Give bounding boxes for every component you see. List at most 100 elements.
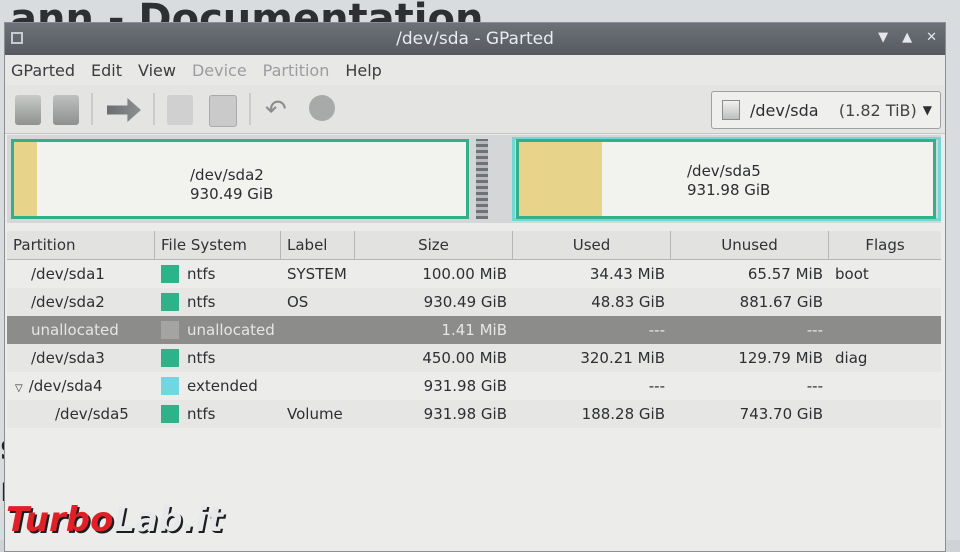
- cell-label: OS: [287, 293, 309, 311]
- toolbar-separator: [91, 93, 93, 125]
- close-icon[interactable]: ✕: [926, 30, 937, 45]
- cell-unused: 743.70 GiB: [739, 405, 823, 423]
- cell-unused: 881.67 GiB: [739, 293, 823, 311]
- partition-block-sda2[interactable]: /dev/sda2 930.49 GiB: [11, 139, 469, 219]
- used-space-bar: [519, 142, 602, 216]
- filesystem-name: unallocated: [187, 320, 275, 339]
- table-header: Partition File System Label Size Used Un…: [7, 231, 941, 260]
- table-row[interactable]: /dev/sda1 ntfs SYSTEM 100.00 MiB 34.43 MiB 65…: [7, 260, 941, 288]
- cell-used: 48.83 GiB: [591, 293, 665, 311]
- device-size: (1.82 TiB): [838, 100, 917, 120]
- cell-used: 188.28 GiB: [581, 405, 665, 423]
- unallocated-block[interactable]: [476, 139, 488, 219]
- title-bar[interactable]: /dev/sda - GParted ▼ ▲ ✕: [5, 23, 945, 55]
- maximize-icon[interactable]: ▲: [902, 30, 912, 45]
- copy-icon[interactable]: [167, 95, 193, 125]
- used-space-bar: [14, 142, 37, 216]
- filesystem-color-swatch: [161, 349, 179, 368]
- menu-item-help[interactable]: Help: [345, 61, 381, 80]
- device-selector[interactable]: /dev/sda (1.82 TiB) ▼: [711, 91, 941, 129]
- new-partition-icon[interactable]: [15, 95, 41, 125]
- partition-block-size: 931.98 GiB: [687, 181, 771, 199]
- cell-partition: ▽ /dev/sda4: [7, 377, 155, 395]
- cell-size: 931.98 GiB: [423, 377, 507, 395]
- menu-item-edit[interactable]: Edit: [91, 61, 122, 80]
- column-header-size[interactable]: Size: [355, 231, 513, 259]
- partition-name: /dev/sda2: [31, 293, 105, 311]
- filesystem-name: ntfs: [187, 264, 216, 283]
- filesystem-name: ntfs: [187, 292, 216, 311]
- apply-icon[interactable]: [309, 95, 335, 121]
- partition-name: /dev/sda3: [31, 349, 105, 367]
- toolbar-separator: [153, 93, 155, 125]
- cell-size: 1.41 MiB: [441, 321, 507, 339]
- cell-filesystem: ntfs: [155, 293, 281, 312]
- cell-used: ---: [648, 377, 665, 395]
- cell-used: 34.43 MiB: [589, 265, 665, 283]
- cell-unused: ---: [806, 377, 823, 395]
- cell-partition: /dev/sda2: [7, 293, 155, 311]
- menu-item-gparted[interactable]: GParted: [11, 61, 75, 80]
- cell-filesystem: ntfs: [155, 265, 281, 284]
- filesystem-name: ntfs: [187, 348, 216, 367]
- filesystem-color-swatch: [161, 321, 179, 340]
- menu-bar: GParted Edit View Device Partition Help: [5, 55, 945, 85]
- column-header-flags[interactable]: Flags: [829, 231, 941, 259]
- window-title: /dev/sda - GParted: [396, 29, 554, 49]
- table-row[interactable]: ▽ /dev/sda4 extended 931.98 GiB --- ---: [7, 372, 941, 400]
- cell-size: 450.00 MiB: [422, 349, 507, 367]
- cell-partition: /dev/sda1: [7, 265, 155, 283]
- column-header-filesystem[interactable]: File System: [155, 231, 281, 259]
- watermark-part2: Lab.it: [113, 500, 224, 540]
- column-header-unused[interactable]: Unused: [671, 231, 829, 259]
- expander-icon[interactable]: ▽: [15, 383, 23, 394]
- cell-size: 930.49 GiB: [423, 293, 507, 311]
- gparted-window: /dev/sda - GParted ▼ ▲ ✕ GParted Edit View…: [4, 22, 946, 552]
- partition-block-name: /dev/sda5: [687, 162, 761, 180]
- watermark-part1: Turbo: [6, 500, 114, 540]
- cell-partition: /dev/sda3: [7, 349, 155, 367]
- filesystem-color-swatch: [161, 293, 179, 312]
- partition-block-name: /dev/sda2: [190, 166, 264, 184]
- resize-move-icon[interactable]: [107, 98, 141, 122]
- table-row[interactable]: /dev/sda2 ntfs OS 930.49 GiB 48.83 GiB 881.67…: [7, 288, 941, 316]
- cell-label: Volume: [287, 405, 343, 423]
- cell-partition: unallocated: [7, 321, 155, 339]
- cell-flags: boot: [835, 265, 869, 283]
- delete-partition-icon[interactable]: [53, 95, 79, 125]
- table-row[interactable]: /dev/sda3 ntfs 450.00 MiB 320.21 MiB 129.79 …: [7, 344, 941, 372]
- filesystem-color-swatch: [161, 265, 179, 284]
- partition-name: /dev/sda4: [28, 377, 103, 395]
- toolbar: ↶ /dev/sda (1.82 TiB) ▼: [5, 85, 945, 134]
- menu-item-device: Device: [191, 60, 247, 80]
- column-header-used[interactable]: Used: [513, 231, 671, 259]
- partition-block-size: 930.49 GiB: [190, 185, 274, 203]
- partition-name: unallocated: [31, 321, 119, 339]
- cell-size: 931.98 GiB: [423, 405, 507, 423]
- table-row[interactable]: /dev/sda5 ntfs Volume 931.98 GiB 188.28 GiB 7…: [7, 400, 941, 428]
- partition-block-sda5[interactable]: /dev/sda5 931.98 GiB: [516, 139, 936, 219]
- table-row[interactable]: unallocated unallocated 1.41 MiB --- ---: [7, 316, 941, 344]
- cell-filesystem: unallocated: [155, 321, 281, 340]
- menu-item-view[interactable]: View: [138, 61, 176, 80]
- cell-unused: ---: [806, 321, 823, 339]
- filesystem-color-swatch: [161, 405, 179, 424]
- partition-name: /dev/sda1: [31, 265, 105, 283]
- undo-icon[interactable]: ↶: [265, 95, 291, 125]
- partition-table: Partition File System Label Size Used Un…: [7, 231, 941, 428]
- cell-filesystem: ntfs: [155, 349, 281, 368]
- filesystem-name: extended: [187, 376, 258, 395]
- paste-icon[interactable]: [209, 95, 237, 127]
- partition-name: /dev/sda5: [55, 405, 129, 423]
- cell-flags: diag: [835, 349, 868, 367]
- partition-map: /dev/sda2 930.49 GiB /dev/sda5 931.98 Gi…: [7, 135, 941, 223]
- column-header-label[interactable]: Label: [281, 231, 355, 259]
- column-header-partition[interactable]: Partition: [7, 231, 155, 259]
- minimize-icon[interactable]: ▼: [878, 30, 888, 45]
- cell-label: SYSTEM: [287, 265, 347, 283]
- toolbar-separator: [249, 93, 251, 125]
- hard-disk-icon: [722, 100, 740, 120]
- chevron-down-icon: ▼: [922, 103, 932, 117]
- cell-used: 320.21 MiB: [580, 349, 665, 367]
- cell-unused: 65.57 MiB: [747, 265, 823, 283]
